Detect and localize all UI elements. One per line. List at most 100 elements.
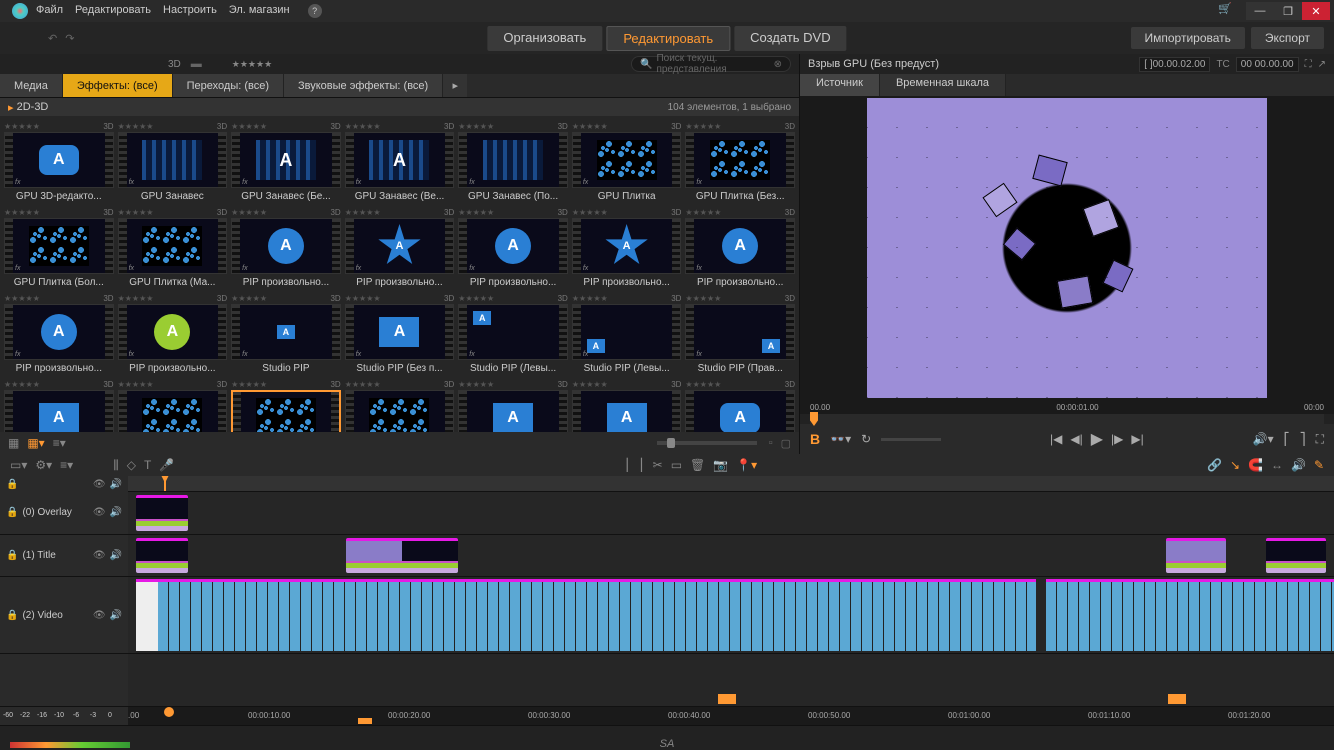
preview-3d-icon[interactable]: 👓▾ — [830, 432, 851, 446]
library-item[interactable]: ★★★★★3D A fx Studio PIP — [231, 292, 341, 374]
mode-organize[interactable]: Организовать — [487, 26, 602, 51]
menu-edit[interactable]: Редактировать — [75, 4, 151, 18]
library-item[interactable]: ★★★★★3D A fx PIP произвольно... — [685, 206, 795, 288]
preview-tab-timeline[interactable]: Временная шкала — [880, 74, 1006, 96]
library-item[interactable]: ★★★★★3D A fx — [685, 378, 795, 432]
lib-view-list-icon[interactable]: ▦ — [8, 436, 19, 450]
video-track[interactable] — [128, 577, 1334, 653]
tl-tool-marker-icon[interactable]: 📍▾ — [736, 458, 757, 472]
menu-file[interactable]: Файл — [36, 4, 63, 18]
tl-tool-link-icon[interactable]: 🔗 — [1207, 458, 1222, 472]
track-lock-icon[interactable]: 🔒 — [6, 507, 18, 518]
library-item[interactable]: ★★★★★3D A fx GPU Занавес (Бе... — [231, 120, 341, 202]
tl-tool-snapshot-icon[interactable]: 📷 — [713, 458, 728, 472]
library-item[interactable]: ★★★★★3D A fx — [572, 378, 682, 432]
volume-icon[interactable]: 🔊▾ — [1253, 432, 1274, 446]
mode-edit[interactable]: Редактировать — [606, 26, 730, 51]
library-item[interactable]: ★★★★★3D A fx PIP произвольно... — [231, 206, 341, 288]
library-item[interactable]: ★★★★★3D fx GPU Занавес — [118, 120, 228, 202]
library-item[interactable]: ★★★★★3D A fx — [458, 378, 568, 432]
library-item[interactable]: ★★★★★3D fx GPU Плитка — [572, 120, 682, 202]
library-item[interactable]: ★★★★★3D A fx PIP произвольно... — [572, 206, 682, 288]
tl-tool-tracks-icon[interactable]: ≡▾ — [60, 458, 73, 472]
preview-expand-icon[interactable]: ⛶ — [1305, 59, 1312, 70]
library-item[interactable]: ★★★★★3D A fx — [4, 378, 114, 432]
library-item[interactable]: ★★★★★3D fx GPU Плитка (Без... — [685, 120, 795, 202]
preview-canvas[interactable] — [800, 96, 1334, 400]
lib-tab-media[interactable]: Медиа — [0, 74, 63, 97]
step-forward-icon[interactable]: |▶ — [1111, 432, 1123, 446]
library-item[interactable]: ★★★★★3D fx — [118, 378, 228, 432]
track-visibility-icon[interactable]: 👁 — [93, 610, 106, 621]
lib-tab-effects[interactable]: Эффекты: (все) — [63, 74, 173, 97]
preview-jog-slider[interactable] — [881, 438, 941, 441]
library-stars-filter[interactable]: ★★★★★ — [232, 59, 272, 70]
help-icon[interactable]: ? — [308, 4, 322, 18]
library-item[interactable]: ★★★★★3D A fx GPU 3D-редакто... — [4, 120, 114, 202]
library-item[interactable]: ★★★★★3D fx GPU Плитка (Бол... — [4, 206, 114, 288]
tl-tool-storyboard-icon[interactable]: ▭▾ — [10, 458, 27, 472]
library-item[interactable]: ★★★★★3D A fx PIP произвольно... — [4, 292, 114, 374]
preview-popout-icon[interactable]: ↗ — [1318, 59, 1326, 70]
library-item[interactable]: ★★★★★3D fx GPU Занавес (По... — [458, 120, 568, 202]
step-back-icon[interactable]: ◀| — [1070, 432, 1082, 446]
tl-tool-ripple-icon[interactable]: ↔ — [1271, 458, 1283, 472]
library-item[interactable]: ★★★★★3D A fx PIP произвольно... — [458, 206, 568, 288]
tl-tool-mixer-icon[interactable]: ⫼ — [113, 458, 119, 473]
timecode-in[interactable]: [ ]00.00.02.00 — [1139, 57, 1210, 72]
timeline-marker[interactable] — [1168, 694, 1186, 704]
tl-tool-settings-icon[interactable]: ⚙▾ — [35, 458, 52, 472]
track-audio-icon[interactable]: 🔊 — [110, 550, 122, 561]
import-button[interactable]: Импортировать — [1131, 27, 1245, 49]
library-item[interactable]: ★★★★★3D A fx Studio PIP (Без п... — [345, 292, 455, 374]
timeline-clip[interactable] — [1166, 538, 1226, 574]
menu-store[interactable]: Эл. магазин — [229, 4, 290, 18]
title-track[interactable] — [128, 535, 1334, 577]
timeline-time-ruler[interactable]: 00:00.0000:00:10.0000:00:20.0000:00:30.0… — [128, 707, 1334, 725]
track-audio-icon[interactable]: 🔊 — [110, 610, 122, 621]
redo-icon[interactable]: ↷ — [65, 32, 74, 45]
library-view-icon[interactable]: ▬ — [191, 58, 202, 70]
tl-tool-edit-mode-icon[interactable]: ✎ — [1314, 458, 1324, 472]
track-visibility-icon[interactable]: 👁 — [93, 550, 106, 561]
lib-tab-transitions[interactable]: Переходы: (все) — [173, 74, 284, 97]
playhead-icon[interactable] — [810, 412, 818, 426]
tl-tool-split-icon[interactable]: ✂ — [653, 458, 663, 472]
library-item[interactable]: ★★★★★3D fx GPU Плитка (Ма... — [118, 206, 228, 288]
library-category-header[interactable]: ▸ 2D-3D 104 элементов, 1 выбрано — [0, 98, 799, 116]
mode-dvd[interactable]: Создать DVD — [734, 26, 846, 51]
tl-tool-trim-icon[interactable]: ⎮ — [638, 458, 644, 472]
tl-tool-insert-icon[interactable]: ↘ — [1230, 458, 1240, 472]
overlay-track[interactable] — [128, 492, 1334, 534]
empty-track[interactable] — [128, 654, 1334, 705]
lib-view-grid-icon[interactable]: ▦▾ — [27, 436, 44, 450]
tl-lock-header-icon[interactable]: 🔒 — [6, 479, 18, 490]
maximize-button[interactable]: ❐ — [1274, 2, 1302, 20]
tl-tool-voiceover-icon[interactable]: 🎤 — [159, 458, 174, 473]
lib-view-details-icon[interactable]: ≡▾ — [53, 436, 66, 450]
go-end-icon[interactable]: ▶| — [1131, 432, 1143, 446]
timeline-marker[interactable] — [718, 694, 736, 704]
tl-tool-magnet-icon[interactable]: 🧲 — [1248, 458, 1263, 472]
mark-out-icon[interactable]: ⎤ — [1300, 432, 1306, 446]
timeline-video-clip[interactable] — [1046, 579, 1334, 651]
track-lock-icon[interactable]: 🔒 — [6, 610, 18, 621]
library-item[interactable]: ★★★★★3D fx — [345, 378, 455, 432]
tl-tool-clipboard-icon[interactable]: ▭ — [671, 458, 682, 472]
timeline-video-clip[interactable] — [136, 579, 1036, 651]
timeline-clip[interactable] — [136, 495, 188, 531]
library-item[interactable]: ★★★★★3D A fx PIP произвольно... — [118, 292, 228, 374]
fullscreen-icon[interactable]: ⛶ — [1316, 432, 1324, 447]
export-button[interactable]: Экспорт — [1251, 27, 1324, 49]
timeline-clip[interactable] — [346, 538, 458, 574]
tl-tool-title-icon[interactable]: T — [144, 458, 151, 473]
timeline-playhead-icon[interactable] — [164, 707, 174, 717]
library-item[interactable]: ★★★★★3D fx — [231, 378, 341, 432]
timeline-clip[interactable] — [1266, 538, 1326, 574]
track-lock-icon[interactable]: 🔒 — [6, 550, 18, 561]
search-clear-icon[interactable]: ⊗ — [774, 59, 782, 70]
tl-tool-keyframe-icon[interactable]: ◇ — [127, 458, 136, 473]
play-icon[interactable]: ▶ — [1091, 429, 1103, 449]
tl-tool-razor-icon[interactable]: ⎮ — [624, 458, 630, 472]
tl-eye-header-icon[interactable]: 👁 — [93, 479, 106, 490]
